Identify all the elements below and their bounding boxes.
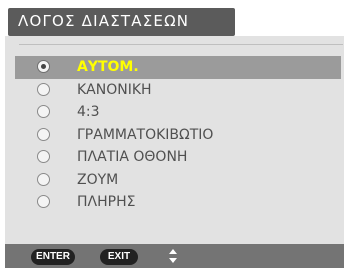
option-label: ΑΥΤΟΜ. [77,59,139,75]
enter-button[interactable]: ENTER [31,249,75,265]
exit-button[interactable]: EXIT [100,249,138,265]
option-label: ΚΑΝΟΝΙΚΗ [77,81,152,98]
option-auto[interactable]: ΑΥΤΟΜ. [15,56,341,79]
radio-selected-icon [37,60,50,73]
key-guide-bar: ENTER EXIT [5,244,344,268]
panel-divider [19,44,343,51]
radio-icon [37,172,50,186]
radio-icon [37,150,50,163]
radio-icon [37,105,50,118]
option-wide-screen[interactable]: ΠΛΑΤΙΑ ΟΘΟΝΗ [15,146,341,169]
option-label: ΖΟΥΜ [77,171,119,188]
option-label: ΓΡΑΜΜΑΤΟΚΙΒΩΤΙΟ [77,126,214,143]
option-zoom[interactable]: ΖΟΥΜ [15,169,341,192]
radio-icon [37,195,50,208]
aspect-ratio-options: ΑΥΤΟΜ. ΚΑΝΟΝΙΚΗ 4:3 ΓΡΑΜΜΑΤΟΚΙΒΩΤΙΟ ΠΛΑΤ… [15,56,341,214]
options-panel: ΑΥΤΟΜ. ΚΑΝΟΝΙΚΗ 4:3 ΓΡΑΜΜΑΤΟΚΙΒΩΤΙΟ ΠΛΑΤ… [5,36,344,244]
option-letterbox[interactable]: ΓΡΑΜΜΑΤΟΚΙΒΩΤΙΟ [15,124,341,147]
option-label: ΠΛΗΡΗΣ [77,194,136,210]
option-4-3[interactable]: 4:3 [15,101,341,124]
up-down-arrows-icon [169,249,177,263]
option-label: 4:3 [77,104,100,120]
radio-icon [37,127,50,141]
aspect-ratio-osd-menu: ΛΟΓΟΣ ΔΙΑΣΤΑΣΕΩΝ ΑΥΤΟΜ. ΚΑΝΟΝΙΚΗ 4:3 ΓΡΑ… [0,0,349,270]
menu-title: ΛΟΓΟΣ ΔΙΑΣΤΑΣΕΩΝ [18,12,190,30]
option-normal[interactable]: ΚΑΝΟΝΙΚΗ [15,79,341,102]
title-bar: ΛΟΓΟΣ ΔΙΑΣΤΑΣΕΩΝ [8,8,235,36]
option-label: ΠΛΑΤΙΑ ΟΘΟΝΗ [77,149,188,165]
option-full[interactable]: ΠΛΗΡΗΣ [15,191,341,214]
radio-icon [37,82,50,96]
